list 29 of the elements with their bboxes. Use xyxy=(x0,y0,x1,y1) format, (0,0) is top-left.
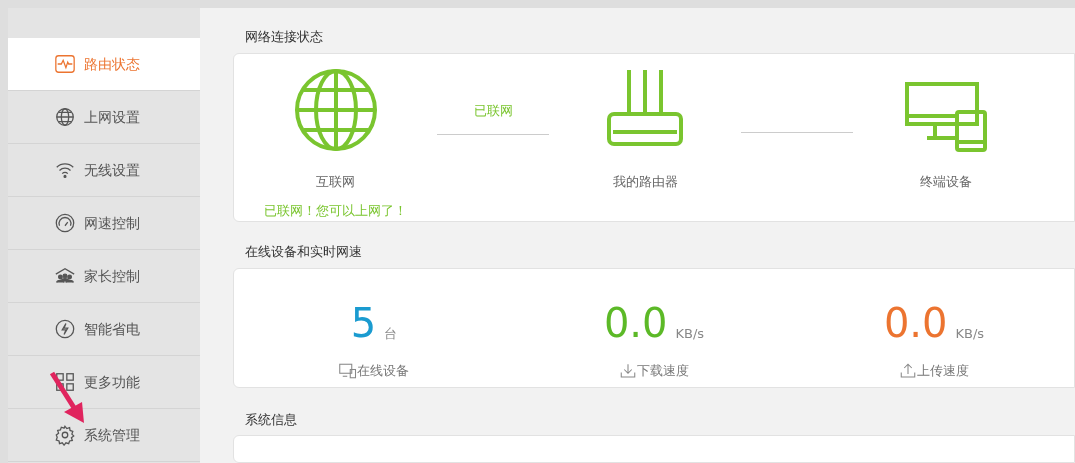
stat-unit: KB/s xyxy=(955,324,985,343)
stat-label: 上传速度 xyxy=(917,362,969,380)
globe-icon xyxy=(293,67,378,152)
router-icon xyxy=(607,67,683,148)
stat-value: 0.0 xyxy=(603,303,668,343)
stat-value: 5 xyxy=(350,303,377,343)
gauge-icon xyxy=(54,212,76,234)
stat-unit: 台 xyxy=(384,324,398,343)
devices-icon xyxy=(339,361,357,380)
stat-unit: KB/s xyxy=(675,324,705,343)
internet-label: 互联网 xyxy=(316,172,355,191)
devices-label: 终端设备 xyxy=(919,172,972,191)
stat-label: 下载速度 xyxy=(637,362,689,380)
connection-message: 已联网！您可以上网了！ xyxy=(264,202,407,220)
settings-icon xyxy=(54,424,76,446)
globe-icon xyxy=(54,106,76,128)
pulse-icon xyxy=(54,53,76,75)
download-icon xyxy=(619,361,637,380)
stat-label: 在线设备 xyxy=(357,362,409,380)
section-title: 在线设备和实时网速 xyxy=(245,242,363,261)
devices-icon xyxy=(904,81,987,152)
link-status: 已联网 xyxy=(473,101,513,120)
upload-icon xyxy=(899,361,917,380)
lightning-icon xyxy=(54,318,76,340)
router-label: 我的路由器 xyxy=(612,172,678,191)
section-title: 网络连接状态 xyxy=(245,28,324,46)
grid-icon xyxy=(54,371,76,393)
section-title: 系统信息 xyxy=(245,410,298,429)
stat-value: 0.0 xyxy=(883,303,948,343)
